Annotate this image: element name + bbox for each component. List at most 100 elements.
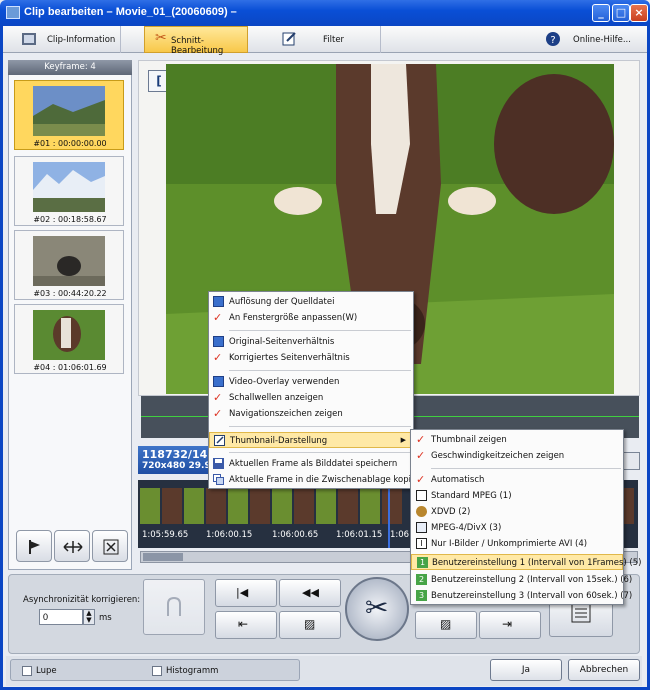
keyframe-item[interactable]: #01 : 00:00:00.00 [14, 80, 124, 150]
menu-item-label: An Fenstergröße anpassen(W) [229, 313, 358, 323]
minimize-button[interactable]: _ [592, 4, 610, 22]
tab-clip-information[interactable]: Clip-Information [11, 26, 121, 53]
segment-icon: ▨ [440, 617, 452, 631]
menu-item-original-ratio[interactable]: Original-Seitenverhältnis [209, 334, 413, 350]
next-segment-button[interactable]: ▨ [415, 611, 477, 639]
timeline-frame [140, 488, 160, 524]
timeline-frame [162, 488, 182, 524]
menu-item-copy-frame[interactable]: Aktuelle Frame in die Zwischenablage kop… [209, 472, 430, 488]
submenu-item-custom-2[interactable]: 2 Benutzereinstellung 2 (Intervall von 1… [411, 572, 632, 588]
keyframe-thumbnail [33, 162, 105, 212]
timeline-time-label: 1:06:00.15 [206, 530, 253, 540]
tab-online-help[interactable]: ? Online-Hilfe... [535, 26, 645, 53]
submenu-item-label: XDVD (2) [431, 507, 471, 517]
ok-button[interactable]: Ja [490, 659, 562, 681]
histogramm-label: Histogramm [166, 666, 219, 676]
tab-filter[interactable]: Filter [271, 26, 381, 53]
menu-item-label: Schallwellen anzeigen [229, 393, 324, 403]
submenu-item-standard-mpeg[interactable]: Standard MPEG (1) [411, 488, 623, 504]
window-title: Clip bearbeiten – Movie_01_(20060609) – [24, 6, 237, 18]
rewind-button[interactable]: ◀◀ [279, 579, 341, 607]
go-to-start-button[interactable]: |◀ [215, 579, 277, 607]
maximize-button[interactable]: □ [612, 4, 630, 22]
tab-label: Schnitt-Bearbeitung [171, 36, 224, 56]
number-2-icon: 2 [416, 574, 427, 585]
keyframe-item[interactable]: #02 : 00:18:58.67 [14, 156, 124, 226]
set-start-button[interactable]: ⇤ [215, 611, 277, 639]
cancel-button[interactable]: Abbrechen [568, 659, 640, 681]
submenu-item-speed-markers[interactable]: ✓ Geschwindigkeitzeichen zeigen [411, 448, 623, 464]
scissors-icon: ✂ [155, 30, 167, 46]
submenu-item-automatic[interactable]: ✓ Automatisch [411, 472, 623, 488]
prev-segment-button[interactable]: ▨ [279, 611, 341, 639]
split-button[interactable] [54, 530, 90, 562]
close-button[interactable]: × [630, 4, 648, 22]
flag-button[interactable] [16, 530, 52, 562]
context-menu: Auflösung der Quelldatei ✓ An Fenstergrö… [208, 291, 430, 489]
submenu-item-custom-1[interactable]: 1 Benutzereinstellung 1 (Intervall von 1… [411, 554, 641, 570]
submenu-item-mpeg4[interactable]: MPEG-4/DivX (3) [411, 520, 623, 536]
menu-item-save-frame[interactable]: Aktuellen Frame als Bilddatei speichern [209, 456, 413, 472]
submenu-item-i-frames[interactable]: I Nur I-Bilder / Unkomprimierte AVI (4) [411, 536, 623, 552]
submenu-item-label: Thumbnail zeigen [431, 435, 507, 445]
delete-keyframe-button[interactable] [92, 530, 128, 562]
flag-icon [29, 540, 40, 554]
checkmark-icon: ✓ [416, 433, 426, 446]
checkbox-icon [213, 336, 224, 347]
submenu-item-xdvd[interactable]: XDVD (2) [411, 504, 623, 520]
keyframe-item[interactable]: #03 : 00:44:20.22 [14, 230, 124, 300]
edit-icon [214, 435, 225, 446]
menu-item-corrected-ratio[interactable]: ✓ Korrigiertes Seitenverhältnis [209, 350, 413, 366]
number-3-icon: 3 [416, 590, 427, 601]
timeline-time-label: 1:05:59.65 [142, 530, 189, 540]
keyframe-thumbnail [33, 310, 105, 360]
set-start-icon: ⇤ [238, 617, 249, 631]
tab-schnitt-bearbeitung[interactable]: ✂ Schnitt-Bearbeitung [144, 26, 248, 56]
keyframe-label: #02 : 00:18:58.67 [33, 215, 107, 224]
submenu-item-label: Benutzereinstellung 1 (Intervall von 1Fr… [432, 558, 642, 568]
async-label: Asynchronizität korrigieren: [23, 595, 141, 605]
overlay-icon [213, 376, 224, 387]
film-icon [22, 33, 36, 45]
timeline-frame [250, 488, 270, 524]
bracket-icon: [ [156, 74, 162, 88]
async-input[interactable] [39, 609, 83, 625]
audio-toggle-button[interactable] [622, 452, 640, 470]
scrollbar-thumb[interactable] [143, 553, 183, 561]
menu-item-label: Video-Overlay verwenden [229, 377, 340, 387]
menu-item-video-overlay[interactable]: Video-Overlay verwenden [209, 374, 413, 390]
lupe-checkbox[interactable] [22, 666, 32, 676]
submenu-item-show-thumbnail[interactable]: ✓ Thumbnail zeigen [411, 432, 623, 448]
menu-item-nav-markers[interactable]: ✓ Navigationszeichen zeigen [209, 406, 413, 422]
menu-separator [431, 468, 621, 469]
set-end-button[interactable]: ⇥ [479, 611, 541, 639]
keyframe-thumbnail [33, 86, 105, 136]
help-icon: ? [546, 32, 560, 46]
submenu-item-custom-3[interactable]: 3 Benutzereinstellung 3 (Intervall von 6… [411, 588, 632, 604]
menu-item-fit-window[interactable]: ✓ An Fenstergröße anpassen(W) [209, 310, 413, 326]
thumbnail-submenu: ✓ Thumbnail zeigen ✓ Geschwindigkeitzeic… [410, 429, 641, 605]
menu-item-source-resolution[interactable]: Auflösung der Quelldatei [209, 294, 413, 310]
timeline-frame [272, 488, 292, 524]
timeline-time-label: 1:06:00.65 [272, 530, 319, 540]
i-frame-icon: I [416, 538, 427, 549]
segment-icon: ▨ [304, 617, 316, 631]
histogramm-checkbox[interactable] [152, 666, 162, 676]
skip-start-icon: |◀ [236, 586, 249, 599]
keyframe-item[interactable]: #04 : 01:06:01.69 [14, 304, 124, 374]
undo-cut-button[interactable] [143, 579, 205, 635]
tab-label: Clip-Information [47, 35, 116, 45]
edit-icon [282, 32, 296, 46]
menu-item-label: Original-Seitenverhältnis [229, 337, 335, 347]
checkmark-icon: ✓ [416, 449, 426, 462]
keyframe-thumbnail [33, 236, 105, 286]
menu-item-thumbnail-display[interactable]: Thumbnail-Darstellung ▶ [209, 432, 413, 448]
cut-button[interactable]: ✂ [345, 577, 409, 641]
menu-item-label: Aktuelle Frame in die Zwischenablage kop… [229, 475, 431, 485]
checkmark-icon: ✓ [213, 351, 223, 364]
menu-separator [229, 452, 411, 453]
async-spinner[interactable]: ▲ ▼ [83, 609, 95, 625]
menu-item-label: Navigationszeichen zeigen [229, 409, 343, 419]
save-icon [213, 458, 224, 469]
menu-item-show-waveform[interactable]: ✓ Schallwellen anzeigen [209, 390, 413, 406]
